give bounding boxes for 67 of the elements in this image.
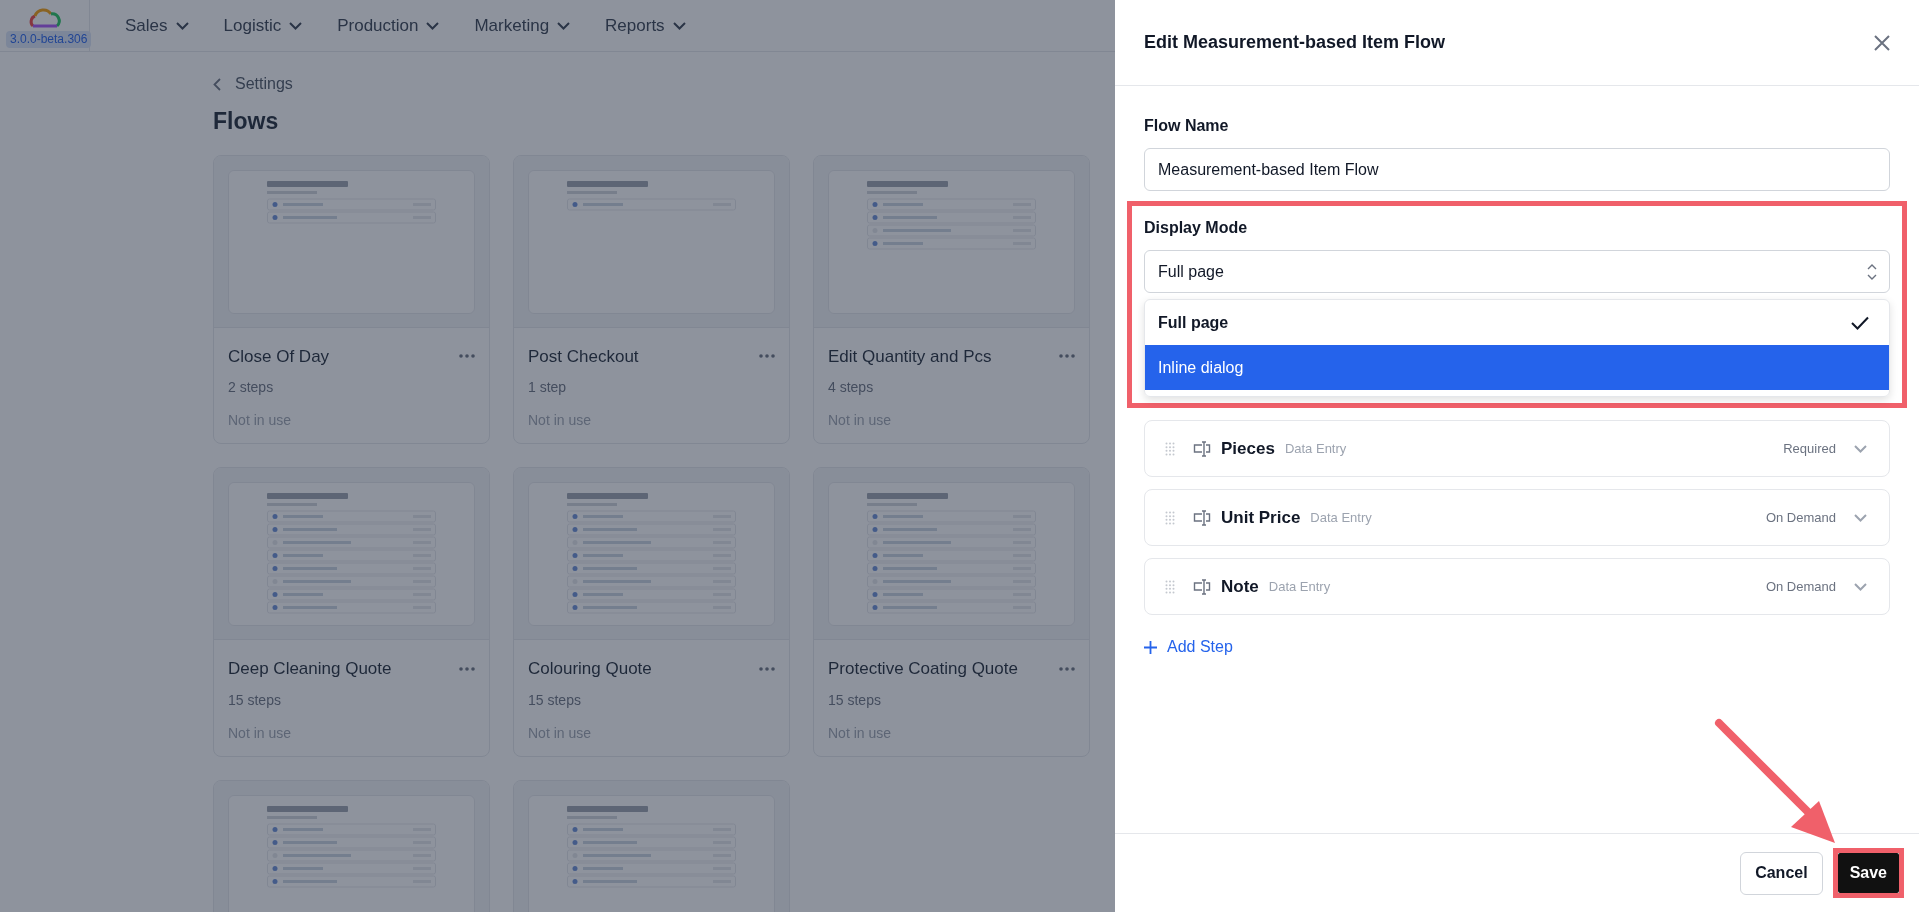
step-name: Note <box>1221 575 1259 598</box>
step-type: Data Entry <box>1284 439 1347 458</box>
nav-menu-item[interactable]: Reports <box>605 12 686 39</box>
chevron-down-icon[interactable] <box>1854 513 1867 522</box>
more-icon[interactable] <box>459 666 475 671</box>
chevron-down-icon[interactable] <box>1854 444 1867 453</box>
chevron-down-icon <box>175 21 189 30</box>
nav-menu-item[interactable]: Production <box>337 12 440 39</box>
flow-name-field[interactable]: Measurement-based Item Flow <box>1144 148 1890 191</box>
step-type: Data Entry <box>1268 577 1331 596</box>
nav-menu-item[interactable]: Sales <box>125 12 189 39</box>
step-type: Data Entry <box>1310 508 1372 527</box>
step-row[interactable]: Note Data Entry On Demand <box>1144 558 1890 615</box>
step-name: Pieces <box>1221 437 1275 460</box>
dropdown-option[interactable]: Inline dialog <box>1145 345 1889 390</box>
field-label: Display Mode <box>1144 218 1249 238</box>
text-field-icon <box>1193 440 1211 457</box>
step-row[interactable]: Pieces Data Entry Required <box>1144 420 1890 477</box>
flow-title: Edit Quantity and Pcs <box>828 345 992 368</box>
drag-handle-icon[interactable] <box>1165 579 1175 594</box>
back-icon[interactable] <box>213 77 221 91</box>
requirement-label: On Demand <box>1765 508 1836 527</box>
page-title: Flows <box>213 107 280 136</box>
flow-title: Colouring Quote <box>528 658 652 680</box>
up-down-icon <box>1867 263 1877 280</box>
more-icon[interactable] <box>459 354 475 359</box>
step-count: 15 steps <box>528 690 582 710</box>
requirement-label: Required <box>1783 439 1836 458</box>
chevron-down-icon <box>672 21 686 30</box>
flow-title: Protective Coating Quote <box>828 658 1018 680</box>
text-field-icon <box>1193 578 1211 595</box>
step-count: 2 steps <box>228 378 275 397</box>
step-name: Unit Price <box>1221 506 1301 529</box>
save-button[interactable]: Save <box>1837 853 1899 893</box>
nav-menu-item[interactable]: Marketing <box>474 12 571 39</box>
dropdown-option[interactable]: Full page <box>1145 300 1889 345</box>
chevron-down-icon <box>426 21 440 30</box>
plus-icon <box>1144 640 1157 654</box>
close-icon[interactable] <box>1873 33 1891 52</box>
more-icon[interactable] <box>759 666 775 671</box>
add-step-link[interactable]: Add Step <box>1144 635 1233 659</box>
nav-menu-item[interactable]: Logistic <box>223 12 303 39</box>
chevron-down-icon[interactable] <box>1854 582 1867 591</box>
step-count: 4 steps <box>828 378 875 397</box>
step-row[interactable]: Unit Price Data Entry On Demand <box>1144 489 1890 546</box>
flow-title: Close Of Day <box>228 345 330 368</box>
more-icon[interactable] <box>759 354 775 359</box>
breadcrumb-link[interactable]: Settings <box>235 72 293 96</box>
field-label: Flow Name <box>1144 116 1230 136</box>
step-count: 15 steps <box>228 690 282 710</box>
drag-handle-icon[interactable] <box>1165 441 1175 456</box>
flow-title: Post Checkout <box>528 345 639 368</box>
flow-title: Deep Cleaning Quote <box>228 658 392 680</box>
more-icon[interactable] <box>1059 666 1075 671</box>
chevron-down-icon <box>557 21 571 30</box>
requirement-label: On Demand <box>1765 577 1836 596</box>
version-badge: 3.0.0-beta.306 <box>6 30 92 48</box>
step-count: 15 steps <box>828 690 882 710</box>
check-icon <box>1851 315 1869 330</box>
chevron-down-icon <box>289 21 303 30</box>
step-count: 1 step <box>528 378 568 397</box>
drag-handle-icon[interactable] <box>1165 510 1175 525</box>
panel-title: Edit Measurement-based Item Flow <box>1144 31 1446 54</box>
more-icon[interactable] <box>1059 354 1075 359</box>
cancel-button[interactable]: Cancel <box>1740 851 1823 895</box>
display-mode-select[interactable]: Full page <box>1144 250 1890 293</box>
text-field-icon <box>1193 509 1211 526</box>
